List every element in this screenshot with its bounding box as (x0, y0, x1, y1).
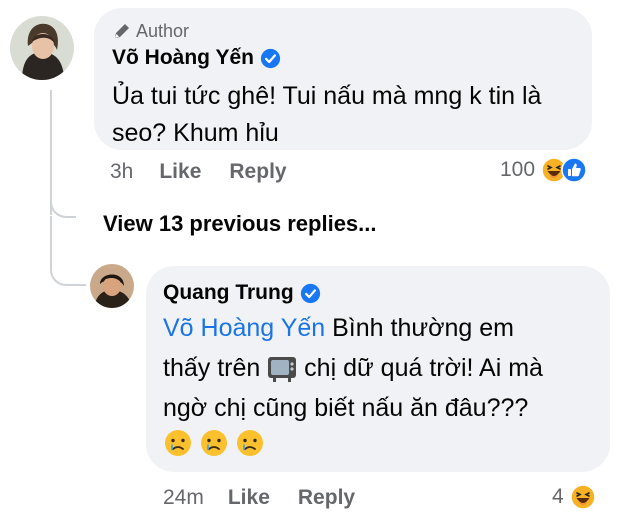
reply-emoji-row (163, 428, 265, 458)
comment-actions: 3h Like Reply (110, 160, 287, 184)
television-icon (268, 357, 297, 383)
comment-text-line: seo? Khum hỉu (112, 119, 279, 147)
reply-actions: 24m Like Reply (163, 486, 355, 510)
reply-text-segment: chị dữ quá trời! Ai mà (297, 354, 543, 382)
reaction-count: 4 (552, 485, 564, 508)
comment-author-row: Võ Hoàng Yến (112, 46, 281, 70)
like-button[interactable]: Like (159, 160, 201, 184)
thread-line-curve (50, 262, 86, 286)
haha-reaction-icon (569, 484, 596, 510)
reply-author-name[interactable]: Quang Trung (163, 281, 294, 305)
avatar[interactable] (10, 16, 74, 80)
crying-face-icon (201, 430, 227, 456)
comment-text-line: Ủa tui tức ghê! Tui nấu mà mng k tin là (112, 82, 542, 110)
reply-text: Võ Hoàng Yến Bình thường em thấy trên ch… (163, 308, 543, 428)
like-button[interactable]: Like (228, 486, 270, 510)
reaction-count: 100 (500, 158, 536, 181)
like-reaction-icon (561, 157, 587, 183)
reply-text-line: Võ Hoàng Yến Bình thường em (163, 308, 543, 348)
comment-author-name[interactable]: Võ Hoàng Yến (112, 46, 254, 70)
reply-timestamp[interactable]: 24m (163, 486, 204, 510)
comment-timestamp[interactable]: 3h (110, 160, 133, 184)
avatar[interactable] (90, 264, 134, 308)
reply-text-line: thấy trên chị dữ quá trời! Ai mà (163, 348, 543, 388)
mention-link[interactable]: Võ Hoàng Yến (163, 314, 325, 342)
reply-button[interactable]: Reply (229, 160, 286, 184)
comment-reactions[interactable]: 100 (500, 157, 587, 183)
crying-face-icon (165, 430, 191, 456)
pen-icon (115, 24, 129, 38)
comment-text: Ủa tui tức ghê! Tui nấu mà mng k tin là … (112, 78, 541, 152)
reply-reactions[interactable]: 4 (552, 484, 596, 510)
view-previous-replies-link[interactable]: View 13 previous replies... (103, 211, 377, 237)
author-badge-label: Author (136, 20, 190, 41)
thread-line-curve (50, 196, 76, 218)
reply-button[interactable]: Reply (298, 486, 355, 510)
verified-badge-icon (300, 283, 320, 303)
author-badge: Author (112, 18, 189, 44)
verified-badge-icon (260, 48, 281, 68)
reply-text-segment: thấy trên (163, 354, 268, 382)
reply-text-line: ngờ chị cũng biết nấu ăn đâu??? (163, 394, 529, 422)
reply-author-row: Quang Trung (163, 281, 321, 305)
reply-text-segment: Bình thường em (325, 314, 514, 342)
crying-face-icon (237, 430, 263, 456)
